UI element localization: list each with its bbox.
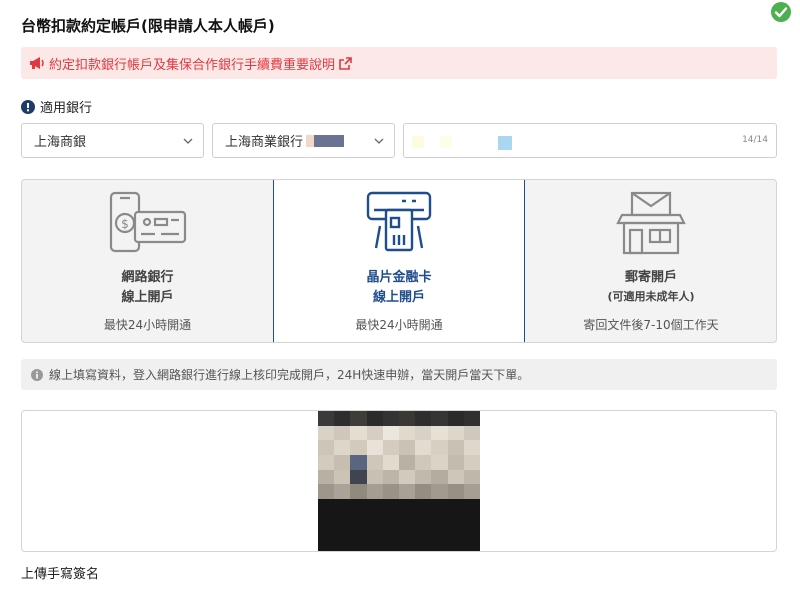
- option-subtitle: 寄回文件後7-10個工作天: [583, 318, 719, 332]
- post-office-icon: [616, 191, 686, 255]
- svg-text:$: $: [121, 217, 129, 231]
- account-number-input[interactable]: 14/14: [403, 123, 777, 158]
- option-chip-card[interactable]: 晶片金融卡 線上開戶 最快24小時開通: [273, 180, 525, 342]
- option-mail[interactable]: 郵寄開戶 (可適用未成年人) 寄回文件後7-10個工作天: [525, 180, 776, 342]
- page-title: 台幣扣款約定帳戶(限申請人本人帳戶): [21, 17, 275, 35]
- branch-select-value: 上海商業銀行: [225, 135, 304, 150]
- redacted-block: [306, 134, 315, 147]
- account-method-options: $ 網路銀行 線上開戶 最快24小時開通 晶片金融卡 線上開戶 最快24小時開通: [21, 179, 777, 343]
- bank-select-value: 上海商銀: [34, 135, 87, 150]
- bank-select[interactable]: 上海商銀: [21, 123, 204, 158]
- redacted-block: [498, 136, 512, 150]
- megaphone-icon: [30, 57, 44, 69]
- option-online-banking[interactable]: $ 網路銀行 線上開戶 最快24小時開通: [22, 180, 273, 342]
- online-banking-icon: $: [109, 191, 186, 253]
- info-circle-icon: [31, 368, 43, 381]
- chevron-down-icon: [374, 138, 384, 144]
- char-counter: 14/14: [742, 135, 768, 145]
- exclamation-circle-icon: [21, 99, 35, 114]
- chevron-down-icon: [183, 138, 193, 144]
- check-circle-icon: [771, 2, 791, 22]
- option-title: 晶片金融卡: [366, 270, 432, 285]
- option-title-line2: (可適用未成年人): [607, 290, 695, 303]
- branch-select[interactable]: 上海商業銀行: [212, 123, 395, 158]
- fee-notice-link[interactable]: 約定扣款銀行帳戶及集保合作銀行手續費重要說明: [21, 47, 777, 79]
- bank-label: 適用銀行: [21, 97, 92, 116]
- redacted-block: [440, 136, 452, 148]
- redacted-block: [412, 136, 424, 148]
- external-link-icon: [339, 56, 352, 70]
- option-subtitle: 最快24小時開通: [103, 318, 192, 332]
- upload-signature-label: 上傳手寫簽名: [21, 567, 100, 582]
- option-title-line2: 線上開戶: [121, 290, 174, 305]
- signature-upload-area[interactable]: [21, 410, 777, 552]
- signature-image: [318, 411, 480, 551]
- info-hint-text: 線上填寫資料，登入網路銀行進行線上核印完成開戶，24H快速申辦，當天開戶當天下單…: [49, 368, 530, 382]
- fee-notice-text: 約定扣款銀行帳戶及集保合作銀行手續費重要說明: [49, 57, 336, 73]
- option-subtitle: 最快24小時開通: [355, 318, 443, 332]
- redacted-block: [314, 134, 345, 147]
- option-title: 郵寄開戶: [624, 270, 677, 285]
- chip-card-atm-icon: [366, 191, 432, 252]
- bank-label-text: 適用銀行: [40, 101, 93, 116]
- option-title-line2: 線上開戶: [372, 290, 425, 305]
- option-title: 網路銀行: [121, 270, 174, 285]
- info-hint: 線上填寫資料，登入網路銀行進行線上核印完成開戶，24H快速申辦，當天開戶當天下單…: [21, 359, 777, 390]
